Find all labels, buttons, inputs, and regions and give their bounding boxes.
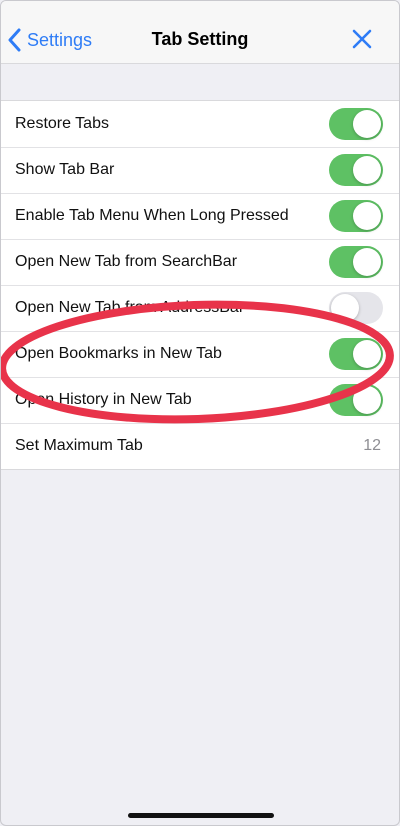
settings-list: Restore Tabs Show Tab Bar Enable Tab Men… <box>1 100 399 470</box>
toggle-knob <box>353 202 381 230</box>
enable-tab-menu-toggle[interactable] <box>329 200 383 232</box>
navigation-bar: Settings Tab Setting <box>1 1 399 64</box>
show-tab-bar-toggle[interactable] <box>329 154 383 186</box>
setting-new-tab-addressbar: Open New Tab from AddressBar <box>1 285 399 331</box>
toggle-knob <box>353 110 381 138</box>
history-new-tab-toggle[interactable] <box>329 384 383 416</box>
new-tab-addressbar-toggle[interactable] <box>329 292 383 324</box>
toggle-knob <box>353 248 381 276</box>
setting-new-tab-searchbar: Open New Tab from SearchBar <box>1 239 399 285</box>
bookmarks-new-tab-toggle[interactable] <box>329 338 383 370</box>
maximum-tab-value: 12 <box>363 437 381 454</box>
setting-maximum-tab[interactable]: Set Maximum Tab 12 <box>1 423 399 469</box>
setting-label: Open New Tab from SearchBar <box>15 253 238 270</box>
setting-restore-tabs: Restore Tabs <box>1 101 399 147</box>
setting-label: Open New Tab from AddressBar <box>15 299 245 316</box>
restore-tabs-toggle[interactable] <box>329 108 383 140</box>
toggle-knob <box>331 294 359 322</box>
setting-label: Set Maximum Tab <box>15 437 143 454</box>
setting-label: Open History in New Tab <box>15 391 192 408</box>
setting-label: Show Tab Bar <box>15 161 115 178</box>
close-button[interactable] <box>351 28 373 50</box>
close-icon <box>352 29 372 49</box>
setting-bookmarks-new-tab: Open Bookmarks in New Tab <box>1 331 399 377</box>
page-title: Tab Setting <box>151 29 249 49</box>
setting-show-tab-bar: Show Tab Bar <box>1 147 399 193</box>
toggle-knob <box>353 340 381 368</box>
setting-label: Open Bookmarks in New Tab <box>15 345 222 362</box>
screen: Settings Tab Setting Restore Tabs Show T… <box>0 0 400 826</box>
home-indicator <box>128 813 274 818</box>
setting-label: Enable Tab Menu When Long Pressed <box>15 207 289 224</box>
new-tab-searchbar-toggle[interactable] <box>329 246 383 278</box>
setting-label: Restore Tabs <box>15 115 109 132</box>
setting-enable-tab-menu: Enable Tab Menu When Long Pressed <box>1 193 399 239</box>
toggle-knob <box>353 386 381 414</box>
setting-history-new-tab: Open History in New Tab <box>1 377 399 423</box>
toggle-knob <box>353 156 381 184</box>
